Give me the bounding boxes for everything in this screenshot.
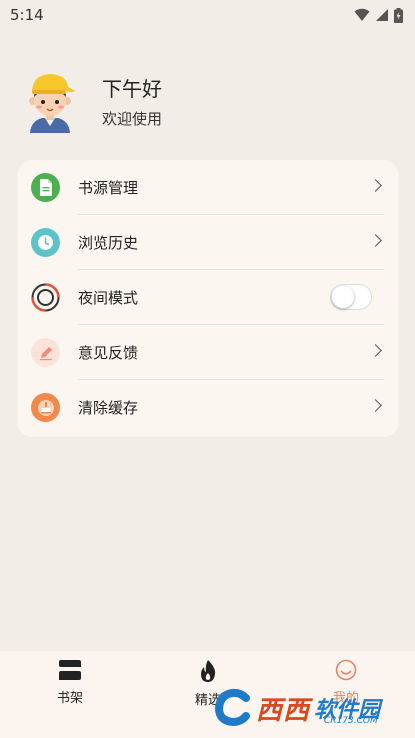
watermark-url-text: CR173.COM [324, 716, 378, 726]
tab-bookshelf[interactable]: 书架 [30, 659, 110, 719]
signal-icon [376, 9, 388, 21]
night-mode-icon [31, 283, 60, 312]
menu-item-label: 浏览历史 [78, 234, 139, 252]
flame-icon [201, 660, 216, 682]
profile-header: 下午好 欢迎使用 [24, 70, 384, 134]
status-bar: 5:14 [0, 0, 415, 30]
document-icon [31, 173, 60, 202]
menu-item-label: 夜间模式 [78, 289, 139, 307]
chevron-right-icon [369, 179, 382, 192]
toggle-knob [332, 286, 354, 308]
smile-icon [335, 659, 357, 681]
watermark-site-text: 西西 [256, 695, 311, 726]
status-time: 5:14 [10, 6, 44, 24]
broom-icon [31, 393, 60, 422]
status-icons [354, 7, 403, 23]
wifi-icon [354, 8, 370, 21]
menu-item-night-mode[interactable]: 夜间模式 [18, 270, 398, 325]
avatar[interactable] [24, 71, 76, 133]
night-mode-toggle[interactable] [330, 284, 372, 310]
menu-item-label: 意见反馈 [78, 344, 139, 362]
menu-card: 书源管理 浏览历史 夜间模式 意见反馈 清除缓存 [18, 160, 398, 437]
menu-item-source-management[interactable]: 书源管理 [18, 160, 398, 215]
menu-item-feedback[interactable]: 意见反馈 [18, 325, 398, 380]
watermark-c-logo [214, 688, 250, 727]
menu-item-label: 清除缓存 [78, 399, 139, 417]
welcome-text: 欢迎使用 [102, 109, 163, 128]
menu-item-browse-history[interactable]: 浏览历史 [18, 215, 398, 270]
tab-label: 书架 [56, 691, 83, 706]
menu-item-clear-cache[interactable]: 清除缓存 [18, 380, 398, 435]
chevron-right-icon [369, 399, 382, 412]
chevron-right-icon [369, 344, 382, 357]
feedback-icon [31, 338, 60, 367]
watermark-logo: 西西 软件园 CR173.COM [212, 684, 397, 732]
profile-text: 下午好 欢迎使用 [102, 76, 162, 129]
menu-item-label: 书源管理 [78, 179, 139, 197]
bookshelf-icon [59, 660, 81, 680]
greeting-text: 下午好 [102, 76, 162, 101]
clock-icon [31, 228, 60, 257]
battery-icon [394, 7, 403, 23]
chevron-right-icon [369, 234, 382, 247]
